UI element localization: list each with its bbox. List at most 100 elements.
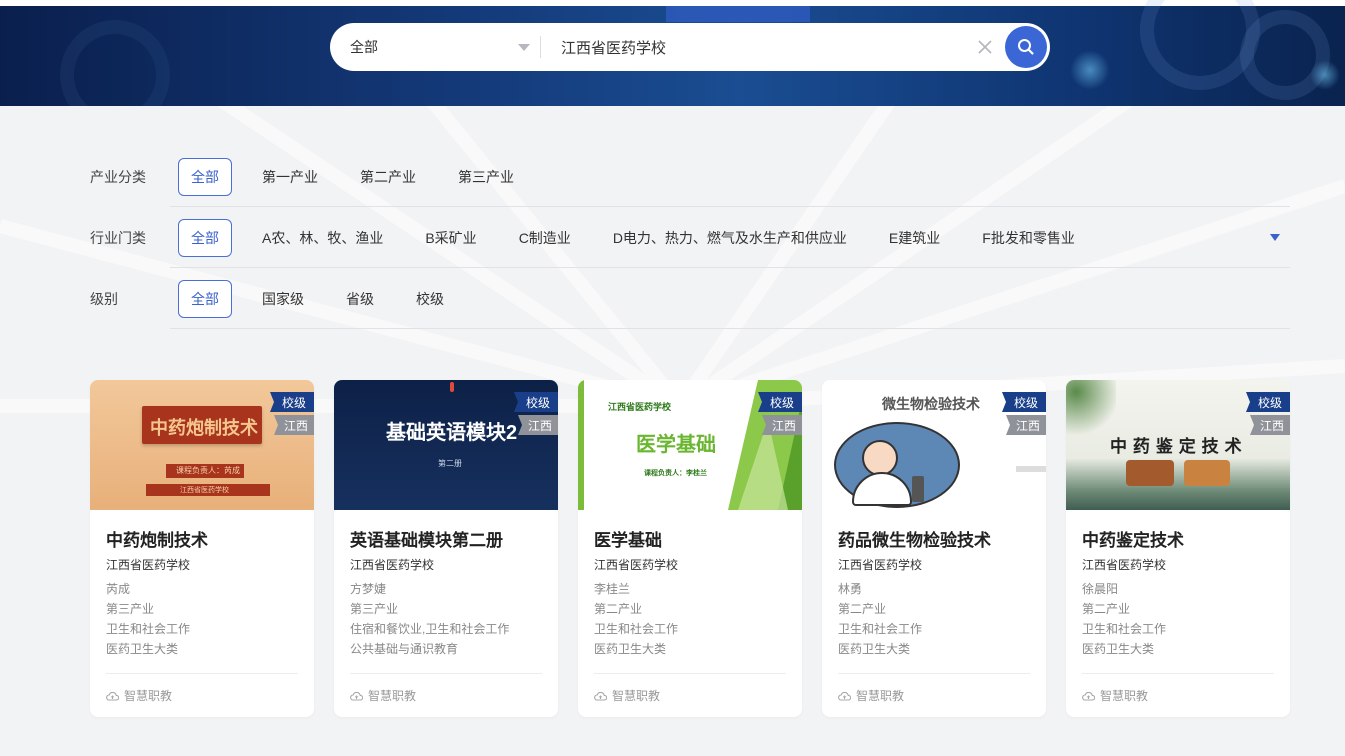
cover-school: 江西省医药学校 — [180, 487, 229, 494]
course-industry: 第二产业 — [594, 602, 643, 616]
platform-label: 智慧职教 — [368, 689, 417, 703]
herb-image — [1126, 460, 1174, 486]
province-badge: 江西 — [274, 415, 314, 435]
course-cover-image: 中 药 鉴 定 技 术 校级 江西 — [1066, 380, 1290, 510]
nav-highlight — [666, 6, 810, 22]
filter-chip[interactable]: 省级 — [346, 289, 374, 309]
filter-chip[interactable]: F批发和零售业 — [982, 228, 1075, 248]
cover-school: 江西省医药学校 — [608, 402, 672, 412]
filter-row-sector: 行业门类 全部 A农、林、牧、渔业 B采矿业 C制造业 D电力、热力、燃气及水生… — [90, 207, 1290, 268]
filter-chip[interactable]: A农、林、牧、渔业 — [262, 228, 383, 248]
clear-icon[interactable] — [965, 27, 1005, 67]
filter-label: 行业门类 — [90, 229, 146, 246]
course-title: 医学基础 — [594, 531, 662, 550]
filter-row-level: 级别 全部 国家级 省级 校级 — [90, 268, 1290, 329]
filter-label: 级别 — [90, 290, 118, 307]
platform-label: 智慧职教 — [1100, 689, 1149, 703]
filter-chip[interactable]: C制造业 — [519, 228, 571, 248]
search-scope-value: 全部 — [350, 39, 378, 55]
light-decoration — [1310, 60, 1340, 90]
cover-title: 基础英语模块2 — [386, 422, 518, 444]
course-sector: 卫生和社会工作 — [594, 622, 679, 636]
light-decoration — [1070, 50, 1110, 90]
filter-chip[interactable]: D电力、热力、燃气及水生产和供应业 — [613, 228, 847, 248]
course-list: 中药炮制技术 课程负责人：芮成 江西省医药学校 校级 江西 中药炮制技术 江西省… — [90, 380, 1290, 717]
province-badge: 江西 — [1006, 415, 1046, 435]
rocket-icon — [450, 382, 454, 392]
level-badge: 校级 — [1246, 392, 1290, 412]
bamboo-decoration — [1066, 380, 1116, 440]
course-sector: 卫生和社会工作 — [106, 622, 191, 636]
level-badge: 校级 — [270, 392, 314, 412]
cloud-icon — [838, 690, 851, 702]
platform-label: 智慧职教 — [612, 689, 661, 703]
course-platform: 智慧职教 — [594, 673, 786, 717]
cover-subtitle: 课程负责人：李桂兰 — [644, 470, 707, 477]
course-teacher: 徐晨阳 — [1082, 582, 1119, 596]
course-category: 医药卫生大类 — [594, 642, 667, 656]
course-card[interactable]: 基础英语模块2 第二册 校级 江西 英语基础模块第二册 江西省医药学校 方梦婕 … — [334, 380, 558, 717]
level-badge: 校级 — [514, 392, 558, 412]
search-scope-select[interactable]: 全部 — [330, 23, 540, 71]
platform-label: 智慧职教 — [856, 689, 905, 703]
search-button[interactable] — [1005, 26, 1047, 68]
province-badge: 江西 — [762, 415, 802, 435]
cloud-icon — [1082, 690, 1095, 702]
cover-stripe — [578, 380, 584, 510]
course-industry: 第二产业 — [838, 602, 887, 616]
level-badge: 校级 — [758, 392, 802, 412]
filter-chip[interactable]: B采矿业 — [425, 228, 476, 248]
filter-panel: 产业分类 全部 第一产业 第二产业 第三产业 行业门类 全部 A农、林、牧、渔业… — [90, 146, 1290, 329]
cover-subtitle: 课程负责人：芮成 — [176, 466, 240, 475]
course-category: 公共基础与通识教育 — [350, 642, 459, 656]
course-cover-image: 微生物检验技术 校级 江西 — [822, 380, 1046, 510]
filter-chip-all[interactable]: 全部 — [178, 218, 232, 257]
filter-chip[interactable]: 第一产业 — [262, 167, 318, 187]
filter-chip[interactable]: 第三产业 — [458, 167, 514, 187]
level-badge: 校级 — [1002, 392, 1046, 412]
course-card[interactable]: 中 药 鉴 定 技 术 校级 江西 中药鉴定技术 江西省医药学校 徐晨阳 第二产… — [1066, 380, 1290, 717]
course-teacher: 李桂兰 — [594, 582, 631, 596]
expand-more-icon[interactable] — [1270, 234, 1280, 241]
course-school: 江西省医药学校 — [1082, 558, 1167, 572]
filter-chip[interactable]: 第二产业 — [360, 167, 416, 187]
course-platform: 智慧职教 — [350, 673, 542, 717]
course-category: 医药卫生大类 — [838, 642, 911, 656]
course-platform: 智慧职教 — [106, 673, 298, 717]
course-card[interactable]: 微生物检验技术 校级 江西 药品微生物检验技术 江西省医药学校 林勇 第二产业 … — [822, 380, 1046, 717]
cloud-icon — [106, 690, 119, 702]
course-teacher: 方梦婕 — [350, 582, 387, 596]
course-cover-image: 基础英语模块2 第二册 校级 江西 — [334, 380, 558, 510]
header-banner: 全部 — [0, 0, 1345, 106]
gear-decoration — [60, 20, 170, 106]
course-school: 江西省医药学校 — [838, 558, 923, 572]
filter-chip[interactable]: 国家级 — [262, 289, 304, 309]
course-title: 英语基础模块第二册 — [350, 531, 503, 550]
filter-chip[interactable]: 校级 — [416, 289, 444, 309]
course-industry: 第三产业 — [350, 602, 399, 616]
chevron-down-icon — [518, 43, 530, 51]
cover-shape — [1016, 466, 1046, 472]
course-sector: 卫生和社会工作 — [1082, 622, 1167, 636]
cover-title: 医学基础 — [636, 434, 716, 456]
cover-title: 中 药 鉴 定 技 术 — [1110, 437, 1242, 457]
course-teacher: 芮成 — [106, 582, 131, 596]
course-platform: 智慧职教 — [838, 673, 1030, 717]
search-input[interactable] — [541, 38, 965, 56]
filter-chip-all[interactable]: 全部 — [178, 279, 232, 318]
course-school: 江西省医药学校 — [350, 558, 435, 572]
course-title: 中药炮制技术 — [106, 531, 208, 550]
filter-label: 产业分类 — [90, 168, 146, 185]
course-category: 医药卫生大类 — [106, 642, 179, 656]
course-card[interactable]: 中药炮制技术 课程负责人：芮成 江西省医药学校 校级 江西 中药炮制技术 江西省… — [90, 380, 314, 717]
divider — [170, 328, 1290, 329]
course-card[interactable]: 江西省医药学校 医学基础 课程负责人：李桂兰 校级 江西 医学基础 江西省医药学… — [578, 380, 802, 717]
course-cover-image: 中药炮制技术 课程负责人：芮成 江西省医药学校 校级 江西 — [90, 380, 314, 510]
filter-chip-all[interactable]: 全部 — [178, 157, 232, 196]
course-sector: 住宿和餐饮业,卫生和社会工作 — [350, 622, 510, 636]
course-school: 江西省医药学校 — [106, 558, 191, 572]
course-category: 医药卫生大类 — [1082, 642, 1155, 656]
herb-image — [1184, 460, 1230, 486]
filter-chip[interactable]: E建筑业 — [889, 228, 940, 248]
course-industry: 第二产业 — [1082, 602, 1131, 616]
